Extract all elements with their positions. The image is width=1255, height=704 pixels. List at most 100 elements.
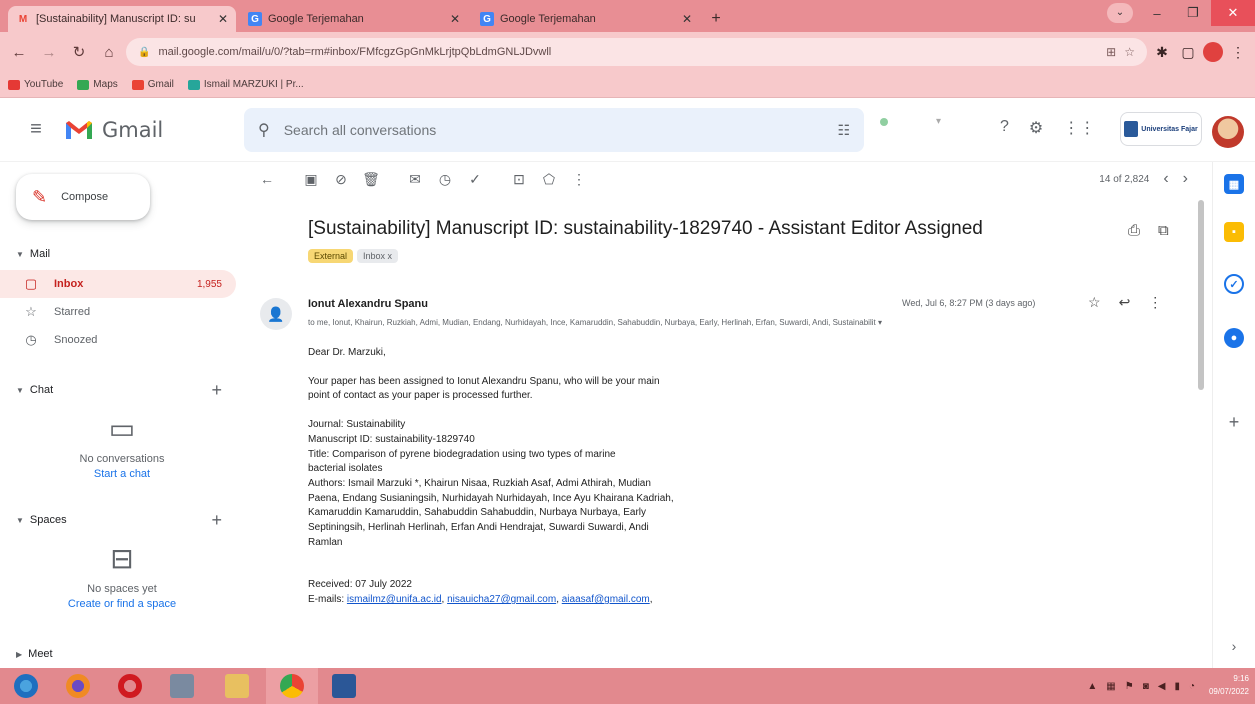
newer-chevron-icon[interactable]: ‹	[1163, 170, 1168, 188]
gmail-logo[interactable]: Gmail	[64, 118, 244, 142]
close-tab-icon[interactable]: ✕	[682, 12, 692, 26]
tray-battery-icon[interactable]: ▮	[1174, 681, 1180, 692]
older-chevron-icon[interactable]: ›	[1183, 170, 1188, 188]
taskbar-firefox[interactable]	[52, 668, 104, 704]
sidebar-item-inbox[interactable]: ▢ Inbox 1,955	[0, 270, 236, 298]
tray-flag-icon[interactable]: ⚑	[1125, 681, 1134, 692]
extensions-icon[interactable]: ✱	[1151, 44, 1173, 61]
inbox-label[interactable]: Inbox x	[357, 249, 399, 263]
translate-page-icon[interactable]: ⊞	[1106, 45, 1116, 59]
apps-grid-icon[interactable]: ⋮⋮	[1063, 118, 1095, 138]
print-icon[interactable]: ⎙	[1128, 222, 1140, 239]
snooze-icon[interactable]: ◷	[430, 171, 460, 188]
create-space-link[interactable]: Create or find a space	[0, 598, 244, 610]
back-to-inbox-icon[interactable]: ←	[252, 171, 282, 187]
minimize-icon[interactable]: –	[1139, 6, 1175, 21]
reload-icon[interactable]: ↻	[66, 43, 92, 61]
chevron-down-icon[interactable]: ⌄	[1107, 3, 1133, 23]
browser-tab-translate-1[interactable]: G Google Terjemahan ✕	[240, 6, 468, 32]
home-icon[interactable]: ⌂	[96, 44, 122, 61]
archive-icon[interactable]: ▣	[296, 171, 326, 188]
taskbar-chrome[interactable]	[266, 668, 318, 704]
close-tab-icon[interactable]: ✕	[218, 12, 228, 26]
settings-gear-icon[interactable]: ⚙	[1029, 118, 1043, 138]
spaces-section-header[interactable]: ▼ Spaces +	[0, 510, 244, 530]
more-options-icon[interactable]: ⋮	[564, 171, 594, 188]
open-new-window-icon[interactable]: ⧉	[1158, 222, 1169, 239]
search-options-icon[interactable]: ☷	[837, 122, 850, 139]
contacts-icon[interactable]: ●	[1224, 328, 1244, 348]
more-options-icon[interactable]: ⋮	[1148, 294, 1162, 311]
new-chat-plus-icon[interactable]: +	[211, 380, 222, 401]
keep-icon[interactable]: ▪	[1224, 222, 1244, 242]
email-link[interactable]: aiaasaf@gmail.com	[562, 594, 650, 605]
bookmark-youtube[interactable]: YouTube	[8, 79, 63, 90]
browser-tab-translate-2[interactable]: G Google Terjemahan ✕	[472, 6, 700, 32]
new-tab-button[interactable]: +	[704, 8, 728, 30]
taskbar-file-explorer[interactable]	[208, 668, 266, 704]
tray-device-icon[interactable]: ◙	[1143, 681, 1149, 692]
taskbar-app[interactable]	[156, 668, 208, 704]
side-panel-icon[interactable]: ▢	[1177, 44, 1199, 61]
profile-avatar[interactable]	[1203, 42, 1223, 62]
tasks-icon[interactable]: ✓	[1224, 274, 1244, 294]
start-chat-link[interactable]: Start a chat	[0, 468, 244, 480]
close-tab-icon[interactable]: ✕	[450, 12, 460, 26]
scrollbar[interactable]	[1195, 200, 1207, 390]
message-actions: ☆ ↩ ⋮	[1088, 294, 1162, 311]
mark-unread-icon[interactable]: ✉	[400, 171, 430, 188]
email-link[interactable]: nisauicha27@gmail.com	[447, 594, 556, 605]
taskbar-word[interactable]	[318, 668, 370, 704]
star-icon[interactable]: ☆	[1088, 294, 1101, 311]
calendar-icon[interactable]: ▦	[1224, 174, 1244, 194]
search-bar[interactable]: ⚲ Search all conversations ☷	[244, 108, 864, 152]
recipients-line[interactable]: to me, Ionut, Khairun, Ruzkiah, Admi, Mu…	[308, 318, 1158, 327]
bookmark-gmail[interactable]: Gmail	[131, 79, 174, 90]
meet-section-header[interactable]: ▶ Meet	[0, 648, 244, 660]
add-task-icon[interactable]: ✓	[460, 171, 490, 188]
sender-avatar[interactable]: 👤	[260, 298, 292, 330]
manuscript-id-line: Manuscript ID: sustainability-1829740	[308, 433, 475, 445]
move-to-icon[interactable]: ⊡	[504, 171, 534, 188]
bookmark-star-icon[interactable]: ☆	[1124, 45, 1135, 59]
browser-tab-gmail[interactable]: M [Sustainability] Manuscript ID: su ✕	[8, 6, 236, 32]
back-arrow-icon[interactable]: ←	[6, 44, 32, 61]
search-icon[interactable]: ⚲	[258, 120, 270, 140]
start-button[interactable]	[0, 668, 52, 704]
tray-app-icon[interactable]: ▲	[1087, 681, 1097, 692]
maximize-icon[interactable]: ❐	[1175, 5, 1211, 21]
bookmark-maps[interactable]: Maps	[77, 79, 118, 90]
help-icon[interactable]: ?	[1000, 118, 1009, 138]
organization-badge[interactable]: Universitas Fajar	[1120, 112, 1202, 146]
forward-arrow-icon[interactable]: →	[36, 44, 62, 61]
tray-volume-icon[interactable]: ◀	[1158, 681, 1166, 692]
email-link[interactable]: ismailmz@unifa.ac.id	[347, 594, 442, 605]
new-space-plus-icon[interactable]: +	[211, 510, 222, 531]
account-avatar[interactable]	[1212, 116, 1244, 148]
mail-section-header[interactable]: ▼ Mail	[0, 248, 244, 260]
scrollbar-thumb[interactable]	[1198, 200, 1204, 390]
sidebar-item-snoozed[interactable]: ◷ Snoozed	[0, 326, 236, 354]
main-menu-icon[interactable]: ≡	[8, 118, 64, 141]
report-spam-icon[interactable]: ⊘	[326, 171, 356, 188]
sidebar-item-starred[interactable]: ☆ Starred	[0, 298, 236, 326]
reply-icon[interactable]: ↩	[1119, 294, 1131, 311]
delete-icon[interactable]: 🗑	[356, 171, 386, 188]
chat-section-header[interactable]: ▼ Chat +	[0, 380, 244, 400]
sender-name[interactable]: Ionut Alexandru Spanu	[308, 298, 428, 310]
tray-network-icon[interactable]: ▦	[1106, 681, 1115, 692]
lock-icon[interactable]: 🔒	[138, 47, 150, 58]
compose-button[interactable]: ✎ Compose	[16, 174, 150, 220]
bookmark-profile[interactable]: Ismail MARZUKI | Pr...	[187, 79, 304, 90]
label-icon[interactable]: ⬠	[534, 171, 564, 188]
close-window-icon[interactable]: ✕	[1211, 0, 1255, 26]
chat-status[interactable]: ▾	[880, 116, 980, 127]
taskbar-clock[interactable]: 9:16 09/07/2022	[1209, 672, 1249, 698]
taskbar-opera[interactable]	[104, 668, 156, 704]
add-addon-plus-icon[interactable]: +	[1224, 412, 1244, 432]
browser-menu-icon[interactable]: ⋮	[1227, 44, 1249, 61]
url-field[interactable]: 🔒 mail.google.com/mail/u/0/?tab=rm#inbox…	[126, 38, 1147, 66]
tray-wifi-icon[interactable]: ◔	[1189, 681, 1195, 692]
expand-panel-chevron-icon[interactable]: ›	[1224, 636, 1244, 656]
search-input[interactable]: Search all conversations	[284, 122, 824, 138]
